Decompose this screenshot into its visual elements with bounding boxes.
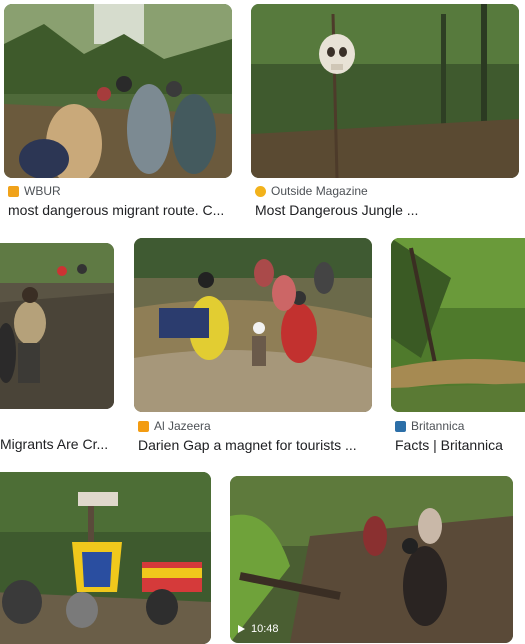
video-duration: 10:48	[251, 623, 279, 635]
video-duration-badge: 10:48	[238, 623, 279, 635]
result-source: Outside Magazine	[271, 184, 368, 198]
result-thumbnail[interactable]	[0, 472, 211, 644]
result-title[interactable]: Migrants Are Cr...	[0, 436, 113, 452]
result-title[interactable]: most dangerous migrant route. C...	[8, 202, 232, 218]
result-thumbnail[interactable]	[251, 4, 519, 178]
play-icon	[238, 625, 245, 633]
result-source: Britannica	[411, 419, 465, 433]
result-source: Al Jazeera	[154, 419, 211, 433]
result-thumbnail[interactable]	[391, 238, 525, 412]
result-title[interactable]: Facts | Britannica	[395, 437, 523, 453]
result-thumbnail[interactable]	[4, 4, 232, 178]
al-jazeera-favicon-icon	[138, 420, 149, 432]
result-thumbnail[interactable]	[134, 238, 372, 412]
result-thumbnail[interactable]	[0, 243, 114, 409]
britannica-favicon-icon	[395, 420, 406, 432]
video-thumbnail[interactable]: 10:48	[230, 476, 513, 643]
result-title[interactable]: Most Dangerous Jungle ...	[255, 202, 517, 218]
wbur-favicon-icon	[8, 185, 19, 197]
result-source: WBUR	[24, 184, 61, 198]
result-title[interactable]: Darien Gap a magnet for tourists ...	[138, 437, 372, 453]
outside-magazine-favicon-icon	[255, 185, 266, 197]
